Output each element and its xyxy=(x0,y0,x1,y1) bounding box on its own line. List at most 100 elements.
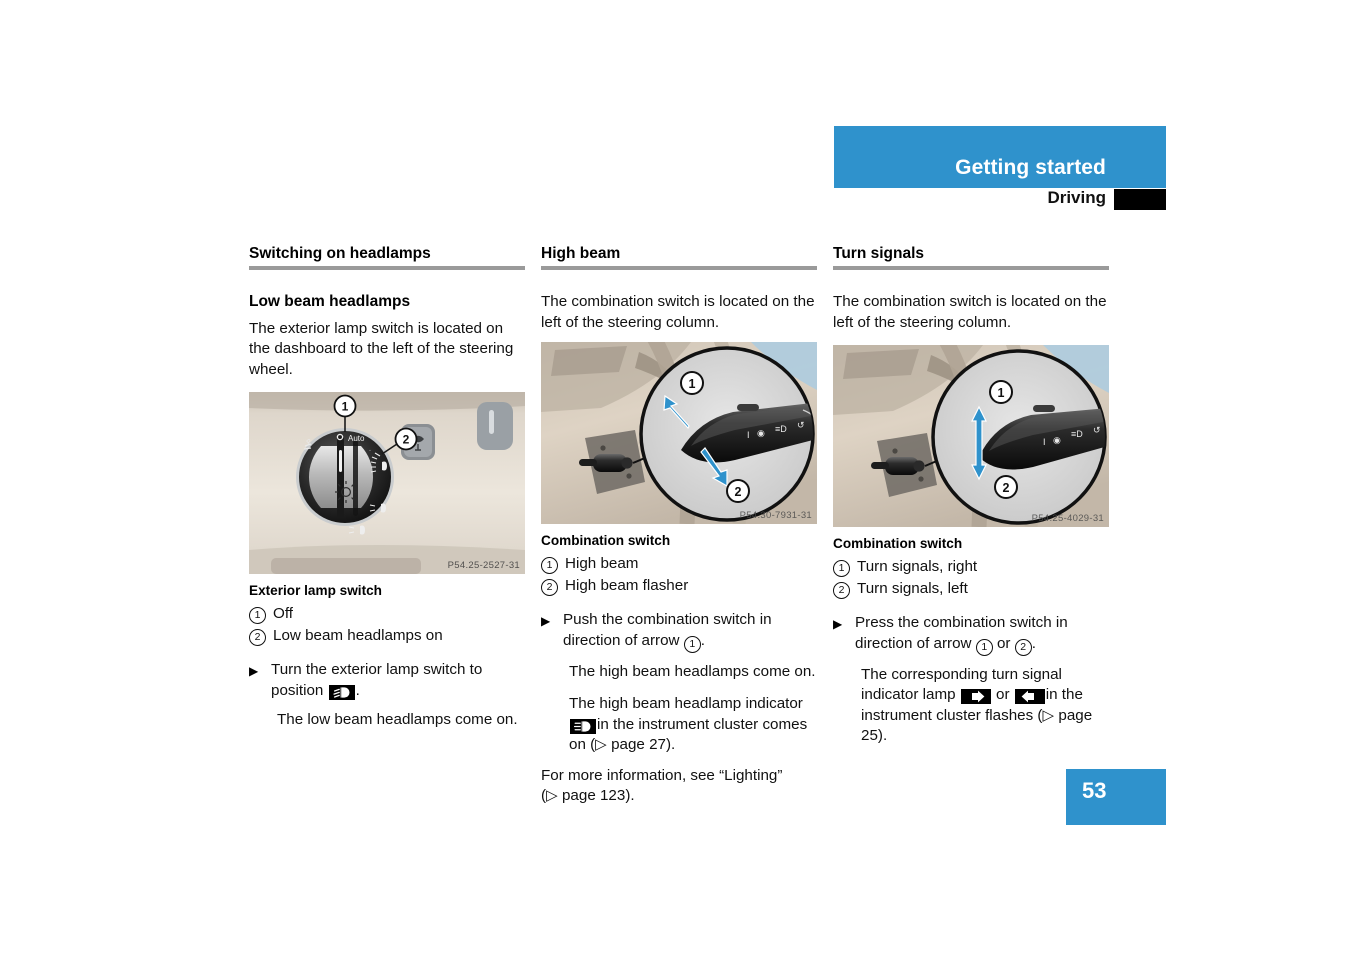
callout-number: 2 xyxy=(249,629,266,647)
section-heading-turn-signals: Turn signals xyxy=(833,245,925,262)
header-accent-band: Getting started xyxy=(834,126,1166,188)
page-ref-triangle-icon: ▷ xyxy=(1042,706,1055,724)
page-ref-triangle-icon: ▷ xyxy=(595,736,607,754)
step-text-part-a: Turn the exterior lamp switch to positio… xyxy=(271,661,483,699)
legend-label: Turn signals, right xyxy=(857,558,978,576)
figure-combination-switch-turn-signals: I ◉ ≡D ↺ 1 2 P54.25-4029-31 xyxy=(833,345,1109,528)
page-number-box: 53 xyxy=(1066,769,1166,825)
section-rule xyxy=(541,266,817,271)
subheading-low-beam-headlamps: Low beam headlamps xyxy=(249,293,411,311)
instruction-step-push-switch: ▶ Push the combination switch in directi… xyxy=(541,610,817,653)
section-heading-high-beam: High beam xyxy=(541,245,621,262)
legend-item: 1 High beam xyxy=(541,554,817,575)
figure-code-middle: P54.30-7931-31 xyxy=(739,510,812,522)
svg-text:1: 1 xyxy=(689,377,696,391)
column-left: Switching on headlamps Low beam headlamp… xyxy=(249,244,525,743)
callout-number-inline: 1 xyxy=(975,638,993,656)
note-text-part-b: ). xyxy=(625,787,635,805)
high-beam-icon xyxy=(570,718,596,734)
low-beam-icon xyxy=(328,684,355,700)
svg-text:◉: ◉ xyxy=(1053,435,1061,445)
svg-text:◉: ◉ xyxy=(757,428,765,438)
column-right: Turn signals The combination switch is l… xyxy=(833,244,1109,759)
legend-label: Turn signals, left xyxy=(857,580,968,598)
step-text-part-b: . xyxy=(355,681,360,699)
step-text-part-b: . xyxy=(1031,634,1036,652)
turn-signal-right-icon xyxy=(960,689,991,705)
legend-label: High beam xyxy=(565,555,639,573)
chapter-label: Driving xyxy=(1047,188,1106,207)
caption-combination-switch-middle: Combination switch xyxy=(541,533,671,549)
legend-list-right: 1 Turn signals, right 2 Turn signals, le… xyxy=(833,557,1109,600)
legend-item: 1 Turn signals, right xyxy=(833,557,1109,578)
svg-text:I: I xyxy=(1043,437,1046,447)
figure-code-right: P54.25-4029-31 xyxy=(1031,513,1104,525)
svg-text:1: 1 xyxy=(998,386,1005,400)
legend-label: High beam flasher xyxy=(565,577,689,595)
caption-exterior-lamp-switch: Exterior lamp switch xyxy=(249,583,382,599)
legend-list-middle: 1 High beam 2 High beam flasher xyxy=(541,554,817,597)
svg-text:Auto: Auto xyxy=(348,434,365,443)
section-heading-switching-on-headlamps: Switching on headlamps xyxy=(249,245,431,262)
step-text: Press the combination switch in directio… xyxy=(855,613,1109,656)
figure-combination-switch-high-beam: I ◉ ≡D ↺ 1 2 P54.30-7931-31 xyxy=(541,342,817,525)
page-reference: page 27 xyxy=(611,736,666,754)
legend-item: 2 Turn signals, left xyxy=(833,579,1109,600)
indicator-text-part-a: The high beam headlamp indicator xyxy=(569,695,803,713)
legend-item: 1 Off xyxy=(249,604,525,625)
step-text-or: or xyxy=(996,634,1011,652)
step-text: Push the combination switch in direction… xyxy=(563,610,817,653)
exterior-lamp-switch-illustration: Auto P . 1 2 xyxy=(249,392,525,575)
page-title: Getting started xyxy=(955,156,1106,179)
svg-text:1: 1 xyxy=(342,400,349,414)
turn-signal-left-icon xyxy=(1014,689,1045,705)
instruction-step-press-switch: ▶ Press the combination switch in direct… xyxy=(833,613,1109,656)
callout-number: 1 xyxy=(249,607,266,625)
figure-code-left: P54.25-2527-31 xyxy=(447,560,520,572)
svg-text:2: 2 xyxy=(1003,481,1010,495)
section-rule xyxy=(833,266,1109,271)
indicator-text-part-c: ). xyxy=(666,736,676,754)
step-result-high-beam-on: The high beam headlamps come on. xyxy=(569,662,816,680)
note-more-information: For more information, see “Lighting” (▷ … xyxy=(541,766,817,807)
callout-number-inline: 1 xyxy=(683,635,701,653)
legend-item: 2 Low beam headlamps on xyxy=(249,626,525,647)
section-rule xyxy=(249,266,525,271)
combination-switch-turnsignal-illustration: I ◉ ≡D ↺ 1 2 xyxy=(833,345,1109,528)
callout-number: 1 xyxy=(541,557,558,575)
figure-exterior-lamp-switch: Auto P . 1 2 P54.25-2527-31 xyxy=(249,392,525,575)
result-text-or: or xyxy=(996,686,1010,704)
step-text: Turn the exterior lamp switch to positio… xyxy=(271,660,525,701)
svg-text:↺: ↺ xyxy=(1093,425,1101,435)
page-reference: page 123 xyxy=(561,787,626,805)
step-bullet-arrow-icon: ▶ xyxy=(833,617,843,632)
step-result-low-beam: The low beam headlamps come on. xyxy=(277,711,518,729)
svg-text:2: 2 xyxy=(735,485,742,499)
legend-label: Low beam headlamps on xyxy=(273,627,443,645)
column-middle: High beam The combination switch is loca… xyxy=(541,244,817,812)
legend-list-left: 1 Off 2 Low beam headlamps on xyxy=(249,604,525,647)
svg-text:↺: ↺ xyxy=(797,420,805,430)
header-subtitle-row: Driving xyxy=(834,188,1166,212)
intro-paragraph-middle: The combination switch is located on the… xyxy=(541,293,815,331)
legend-label: Off xyxy=(273,605,293,623)
step-result-high-beam-indicator: The high beam headlamp indicator in the … xyxy=(569,694,817,756)
callout-number: 2 xyxy=(541,579,558,597)
svg-text:≡D: ≡D xyxy=(775,424,787,434)
callout-number: 2 xyxy=(833,582,850,600)
svg-text:2: 2 xyxy=(403,433,410,447)
chapter-tab-marker xyxy=(1114,189,1166,210)
page-ref-triangle-icon: ▷ xyxy=(546,787,558,805)
result-text-part-c: ). xyxy=(877,727,888,745)
intro-paragraph-right: The combination switch is located on the… xyxy=(833,293,1107,331)
step-bullet-arrow-icon: ▶ xyxy=(249,664,259,679)
intro-paragraph-left: The exterior lamp switch is located on t… xyxy=(249,319,514,378)
legend-item: 2 High beam flasher xyxy=(541,576,817,597)
svg-text:≡D: ≡D xyxy=(1071,429,1083,439)
step-result-turn-signal-indicator: The corresponding turn signal indicator … xyxy=(861,665,1109,747)
combination-switch-highbeam-illustration: I ◉ ≡D ↺ 1 2 xyxy=(541,342,817,525)
caption-combination-switch-right: Combination switch xyxy=(833,536,963,552)
step-text-part-a: Push the combination switch in direction… xyxy=(563,611,772,649)
instruction-step-turn-switch: ▶ Turn the exterior lamp switch to posit… xyxy=(249,660,525,701)
callout-number: 1 xyxy=(833,560,850,578)
